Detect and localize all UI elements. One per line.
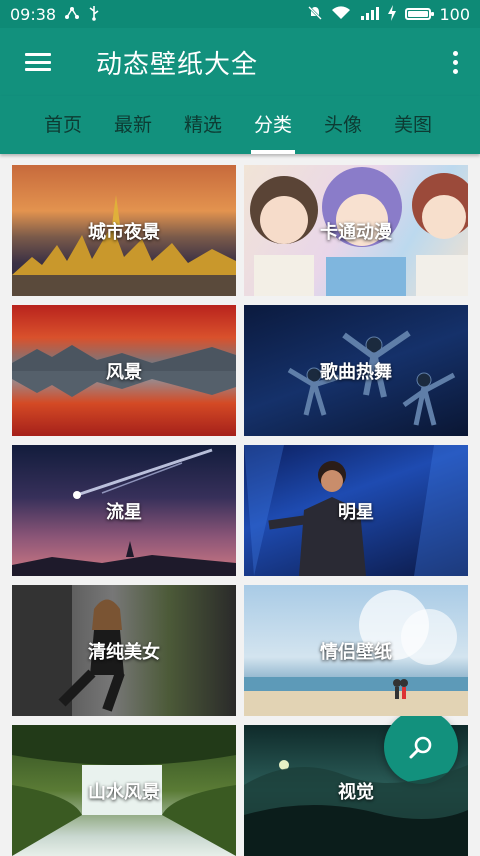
- tab-categories[interactable]: 分类: [238, 96, 308, 154]
- battery-icon: [405, 8, 435, 20]
- category-tab-bar: 首页 最新 精选 分类 头像 美图: [0, 96, 480, 154]
- category-label: 卡通动漫: [320, 221, 392, 243]
- category-label: 流星: [106, 501, 142, 523]
- tab-home[interactable]: 首页: [28, 96, 98, 154]
- category-card-couple[interactable]: 情侣壁纸: [244, 585, 468, 716]
- category-card-song-dance[interactable]: 歌曲热舞: [244, 305, 468, 436]
- app-bar: 动态壁纸大全: [0, 28, 480, 96]
- category-card-celebrity[interactable]: 明星: [244, 445, 468, 576]
- charging-icon: [387, 4, 397, 24]
- category-grid: 城市夜景 卡通动漫 风景 歌曲热舞 流星 明星 清纯美女 情侣壁纸 山水风景 视…: [12, 165, 468, 856]
- status-bar: 09:38 100: [0, 0, 480, 28]
- usb-icon: [88, 5, 100, 24]
- category-card-meteor[interactable]: 流星: [12, 445, 236, 576]
- signal-icon: [359, 5, 380, 24]
- tab-pictures[interactable]: 美图: [378, 96, 448, 154]
- battery-level-text: 100: [439, 4, 470, 24]
- menu-button[interactable]: [0, 28, 76, 96]
- tab-avatar[interactable]: 头像: [308, 96, 378, 154]
- status-time: 09:38: [10, 4, 57, 24]
- tab-featured[interactable]: 精选: [168, 96, 238, 154]
- app-title: 动态壁纸大全: [96, 49, 259, 80]
- category-label: 情侣壁纸: [320, 641, 392, 663]
- category-card-landscape[interactable]: 山水风景: [12, 725, 236, 856]
- category-label: 歌曲热舞: [320, 361, 392, 383]
- share-icon: [64, 6, 80, 23]
- category-card-visual[interactable]: 视觉: [244, 725, 468, 856]
- wifi-icon: [331, 5, 351, 24]
- category-label: 清纯美女: [88, 641, 160, 663]
- category-card-anime[interactable]: 卡通动漫: [244, 165, 468, 296]
- category-card-city-night[interactable]: 城市夜景: [12, 165, 236, 296]
- notifications-off-icon: [307, 5, 323, 24]
- more-options-button[interactable]: [430, 28, 480, 96]
- category-label: 城市夜景: [88, 221, 160, 243]
- more-vert-icon: [452, 50, 458, 56]
- tab-latest[interactable]: 最新: [98, 96, 168, 154]
- category-label: 明星: [338, 501, 374, 523]
- category-card-scenery[interactable]: 风景: [12, 305, 236, 436]
- category-label: 风景: [106, 361, 142, 383]
- hamburger-icon: [25, 53, 51, 71]
- category-card-pure-beauty[interactable]: 清纯美女: [12, 585, 236, 716]
